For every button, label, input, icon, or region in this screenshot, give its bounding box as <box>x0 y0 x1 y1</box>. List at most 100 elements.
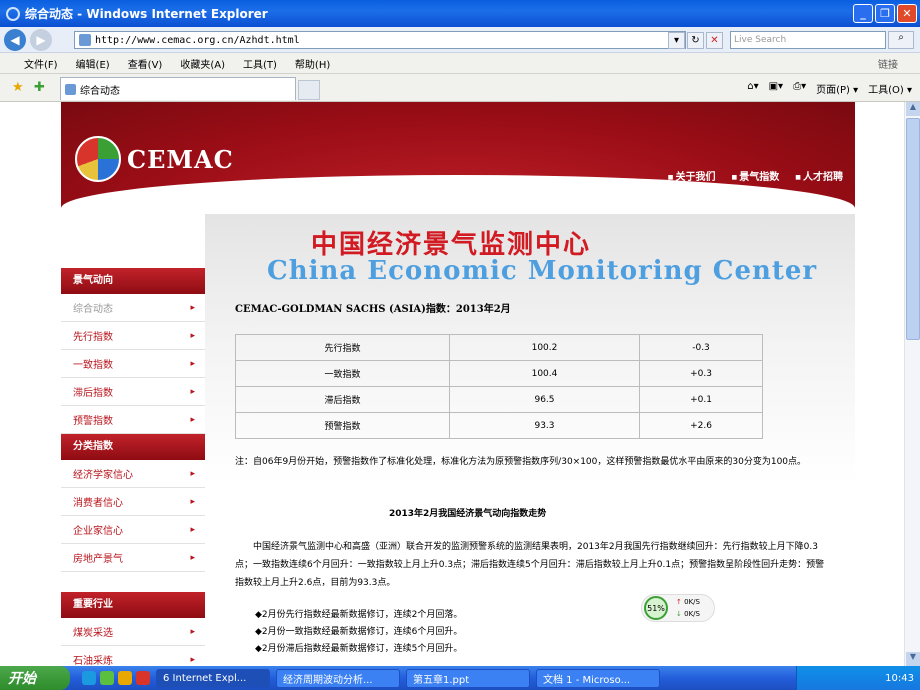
list-item: ◆2月份滞后指数经最新数据修订，连续5个月回升。 <box>255 644 463 654</box>
address-bar[interactable]: http://www.cemac.org.cn/Azhdt.html <box>74 31 686 49</box>
favorites-star-icon[interactable]: ★ <box>12 80 24 95</box>
site-header: CEMAC 关于我们 景气指数 人才招聘 <box>61 102 855 215</box>
table-row: 预警指数 93.3 +2.6 <box>235 412 763 439</box>
quick-launch-icon[interactable] <box>118 671 132 685</box>
tools-menu[interactable]: 工具(O) ▾ <box>868 81 912 96</box>
nav-jobs[interactable]: 人才招聘 <box>795 168 843 183</box>
sidebar-item[interactable]: 先行指数 ▸ <box>61 322 205 350</box>
taskbar-item[interactable]: 第五章1.ppt <box>406 668 530 688</box>
tab-label: 综合动态 <box>80 85 120 97</box>
quick-launch <box>82 671 150 685</box>
system-tray: 10:43 <box>796 666 920 690</box>
sidebar: 景气动向 综合动态 ▸ 先行指数 ▸ 一致指数 ▸ 滞后指数 ▸ 预警指数 ▸ 分类指数 … <box>61 214 205 666</box>
sidebar-section-title: 重要行业 <box>61 592 205 618</box>
site-title-en: China Economic Monitoring Center <box>267 256 818 286</box>
index-title: CEMAC-GOLDMAN SACHS (ASIA)指数：2013年2月 <box>235 304 511 315</box>
nav-index[interactable]: 景气指数 <box>731 168 779 183</box>
quick-launch-icon[interactable] <box>136 671 150 685</box>
table-cell: +0.3 <box>639 360 763 387</box>
sidebar-item[interactable]: 综合动态 ▸ <box>61 294 205 322</box>
chevron-right-icon: ▸ <box>190 330 195 341</box>
upload-arrow-icon: ↑ <box>676 598 682 606</box>
pie-logo-icon <box>75 136 121 182</box>
search-icon[interactable]: ⌕ <box>888 31 914 49</box>
nav-about[interactable]: 关于我们 <box>668 168 715 183</box>
table-cell: 96.5 <box>449 386 640 413</box>
index-table: 先行指数 100.2 -0.3 一致指数 100.4 +0.3 滞后指数 96.5 +0.1… <box>235 334 763 439</box>
menu-tools[interactable]: 工具(T) <box>243 56 277 71</box>
sidebar-section-title: 景气动向 <box>61 268 205 294</box>
forward-button[interactable]: ▶ <box>30 28 52 51</box>
add-favorite-icon[interactable]: ✚ <box>34 80 45 95</box>
quick-launch-icon[interactable] <box>100 671 114 685</box>
back-button[interactable]: ◀ <box>4 28 26 51</box>
window-titlebar: 综合动态 - Windows Internet Explorer _ ❐ ✕ <box>0 0 920 27</box>
sidebar-item[interactable]: 房地产景气 ▸ <box>61 544 205 572</box>
menu-favorites[interactable]: 收藏夹(A) <box>180 56 225 71</box>
page-menu[interactable]: 页面(P) ▾ <box>816 81 858 96</box>
minimize-button[interactable]: _ <box>853 4 873 23</box>
scroll-up-icon[interactable]: ▲ <box>906 102 920 116</box>
refresh-icon[interactable]: ↻ <box>687 32 704 49</box>
close-button[interactable]: ✕ <box>897 4 917 23</box>
chevron-right-icon: ▸ <box>190 468 195 479</box>
window-title: 综合动态 - Windows Internet Explorer <box>25 7 268 21</box>
menu-bar: 文件(F) 编辑(E) 查看(V) 收藏夹(A) 工具(T) 帮助(H) 链接 <box>0 53 920 74</box>
chevron-right-icon: ▸ <box>190 358 195 369</box>
sidebar-item[interactable]: 企业家信心 ▸ <box>61 516 205 544</box>
dropdown-arrow-icon[interactable]: ▾ <box>668 32 685 49</box>
taskbar-item[interactable]: 经济周期波动分析... <box>276 668 400 688</box>
table-cell: +0.1 <box>639 386 763 413</box>
page-icon <box>65 83 76 95</box>
download-speed: 0K/S <box>684 610 700 618</box>
body-paragraph: 中国经济景气监测中心和高盛（亚洲）联合开发的监测预警系统的监测结果表明，2013… <box>235 542 825 588</box>
list-item: ◆2月份一致指数经最新数据修订，连续6个月回升。 <box>255 627 463 637</box>
taskbar-item[interactable]: 6 Internet Expl... <box>156 668 270 688</box>
address-url: http://www.cemac.org.cn/Azhdt.html <box>95 34 300 46</box>
site-logo[interactable]: CEMAC <box>75 136 234 182</box>
sidebar-item[interactable]: 一致指数 ▸ <box>61 350 205 378</box>
sidebar-item[interactable]: 煤炭采选 ▸ <box>61 618 205 646</box>
web-page: CEMAC 关于我们 景气指数 人才招聘 景气动向 综合动态▸ 先行指数▸ 一致… <box>61 102 855 666</box>
menu-view[interactable]: 查看(V) <box>128 56 163 71</box>
stop-icon[interactable]: ✕ <box>706 32 723 49</box>
feeds-icon[interactable]: ▣▾ <box>769 81 783 96</box>
quick-launch-icon[interactable] <box>82 671 96 685</box>
table-row: 一致指数 100.4 +0.3 <box>235 360 763 387</box>
menu-help[interactable]: 帮助(H) <box>295 56 330 71</box>
scroll-thumb[interactable] <box>906 118 920 340</box>
section-subtitle: 2013年2月我国经济景气动向指数走势 <box>389 509 547 519</box>
table-cell: +2.6 <box>639 412 763 439</box>
taskbar: 开始 6 Internet Expl... 经济周期波动分析... 第五章1.p… <box>0 666 920 690</box>
speed-percent: 51% <box>644 596 668 620</box>
sidebar-item[interactable]: 滞后指数 ▸ <box>61 378 205 406</box>
search-input[interactable]: Live Search <box>730 31 886 49</box>
chevron-right-icon: ▸ <box>190 386 195 397</box>
tray-clock[interactable]: 10:43 <box>885 673 914 684</box>
sidebar-item[interactable]: 石油采炼 ▸ <box>61 646 205 667</box>
main-content: 中国经济景气监测中心 China Economic Monitoring Cen… <box>205 214 855 666</box>
bullet-list: ◆2月份先行指数经最新数据修订，连续2个月回落。 ◆2月份一致指数经最新数据修订… <box>255 607 462 658</box>
scroll-down-icon[interactable]: ▼ <box>906 652 920 666</box>
links-label[interactable]: 链接 <box>878 56 898 71</box>
sidebar-item[interactable]: 消费者信心 ▸ <box>61 488 205 516</box>
vertical-scrollbar[interactable]: ▲ ▼ <box>904 102 920 666</box>
start-button[interactable]: 开始 <box>0 666 70 690</box>
menu-edit[interactable]: 编辑(E) <box>76 56 110 71</box>
print-icon[interactable]: ⎙▾ <box>793 81 806 96</box>
sidebar-item[interactable]: 预警指数 ▸ <box>61 406 205 434</box>
maximize-button[interactable]: ❐ <box>875 4 895 23</box>
home-icon[interactable]: ⌂▾ <box>747 81 758 96</box>
table-cell: 预警指数 <box>235 412 450 439</box>
sidebar-item[interactable]: 经济学家信心 ▸ <box>61 460 205 488</box>
download-arrow-icon: ↓ <box>676 610 682 618</box>
tab-current[interactable]: 综合动态 <box>60 77 296 100</box>
chevron-right-icon: ▸ <box>190 496 195 507</box>
command-bar: ⌂▾ ▣▾ ⎙▾ 页面(P) ▾ 工具(O) ▾ <box>747 81 912 96</box>
logo-text: CEMAC <box>127 144 234 174</box>
menu-file[interactable]: 文件(F) <box>24 56 58 71</box>
taskbar-item[interactable]: 文档 1 - Microso... <box>536 668 660 688</box>
chevron-right-icon: ▸ <box>190 552 195 563</box>
new-tab-button[interactable] <box>298 80 320 100</box>
network-speed-widget[interactable]: 51% ↑ 0K/S ↓ 0K/S <box>641 594 715 622</box>
